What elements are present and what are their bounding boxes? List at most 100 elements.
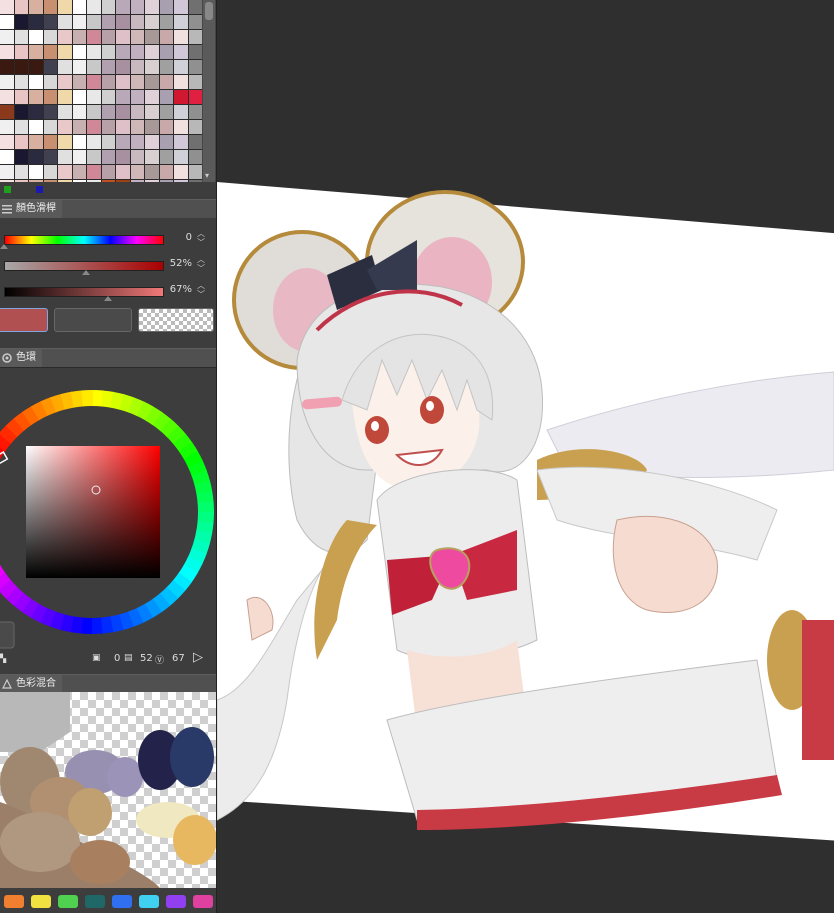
color-swatch[interactable] [130,15,144,29]
color-swatch[interactable] [188,90,202,104]
color-swatch[interactable] [29,135,43,149]
color-swatch[interactable] [101,75,115,89]
color-swatch[interactable] [174,120,188,134]
play-circle-icon[interactable]: ▷ [193,650,203,665]
color-swatch[interactable] [87,0,101,14]
color-swatch[interactable] [159,45,173,59]
color-swatch[interactable] [0,105,14,119]
color-swatch[interactable] [43,120,57,134]
color-swatch[interactable] [116,0,130,14]
color-swatch[interactable] [174,105,188,119]
wheel-sub-color-box[interactable] [0,621,15,649]
color-swatch[interactable] [0,30,14,44]
color-swatch[interactable] [130,60,144,74]
color-swatch[interactable] [101,105,115,119]
color-swatch[interactable] [58,90,72,104]
color-swatch[interactable] [145,105,159,119]
color-swatch[interactable] [101,90,115,104]
color-swatch[interactable] [101,15,115,29]
palette-color-chip[interactable] [112,895,132,908]
color-swatch[interactable] [58,60,72,74]
color-swatch[interactable] [58,105,72,119]
color-swatch[interactable] [145,90,159,104]
color-swatch[interactable] [101,30,115,44]
color-swatch[interactable] [130,105,144,119]
color-swatch[interactable] [130,0,144,14]
color-swatch[interactable] [101,150,115,164]
color-swatch[interactable] [159,150,173,164]
color-swatch[interactable] [116,60,130,74]
color-swatch[interactable] [174,0,188,14]
hue-value[interactable]: 0 [164,232,192,243]
color-swatch[interactable] [14,120,28,134]
color-swatch[interactable] [43,165,57,179]
color-swatch[interactable] [72,60,86,74]
color-swatch[interactable] [116,165,130,179]
tab-color-slider[interactable]: 顏色滑桿 [0,200,62,218]
scroll-down-arrow-icon[interactable]: ▾ [205,171,209,180]
color-swatch[interactable] [188,15,202,29]
color-swatch[interactable] [159,105,173,119]
palette-color-chip[interactable] [139,895,159,908]
color-swatch[interactable] [159,15,173,29]
color-swatch[interactable] [58,165,72,179]
color-swatch[interactable] [145,15,159,29]
color-wheel[interactable] [0,368,216,650]
color-swatch[interactable] [0,120,14,134]
color-swatch[interactable] [174,75,188,89]
color-swatch[interactable] [188,150,202,164]
color-swatch[interactable] [14,165,28,179]
color-swatch[interactable] [130,30,144,44]
color-swatch[interactable] [43,30,57,44]
color-swatch[interactable] [87,30,101,44]
color-swatch[interactable] [87,105,101,119]
color-swatch[interactable] [14,30,28,44]
hue-picker-marker[interactable] [0,451,9,465]
color-swatch-grid[interactable] [0,0,202,194]
color-swatch[interactable] [116,15,130,29]
color-swatch[interactable] [159,75,173,89]
color-swatch[interactable] [87,165,101,179]
value-track[interactable] [4,287,164,297]
color-swatch[interactable] [116,90,130,104]
color-swatch[interactable] [145,60,159,74]
color-swatch[interactable] [72,165,86,179]
color-swatch[interactable] [14,150,28,164]
color-swatch[interactable] [101,60,115,74]
hue-slider[interactable]: 0 ︿ ﹀ [0,228,216,250]
palette-color-chip[interactable] [4,895,24,908]
value-thumb[interactable] [104,296,112,301]
color-swatch[interactable] [101,0,115,14]
color-swatch[interactable] [43,105,57,119]
color-swatch[interactable] [29,90,43,104]
color-swatch[interactable] [58,150,72,164]
color-swatch[interactable] [87,15,101,29]
color-swatch[interactable] [116,30,130,44]
color-swatch[interactable] [72,30,86,44]
color-swatch[interactable] [145,75,159,89]
color-swatch[interactable] [29,75,43,89]
color-swatch[interactable] [58,30,72,44]
color-swatch[interactable] [87,60,101,74]
color-swatch[interactable] [188,45,202,59]
color-swatch[interactable] [58,15,72,29]
color-swatch[interactable] [174,15,188,29]
color-swatch[interactable] [145,0,159,14]
saturation-thumb[interactable] [82,270,90,275]
color-swatch[interactable] [72,150,86,164]
color-swatch[interactable] [72,15,86,29]
saturation-spinner-icon[interactable]: ︿ ﹀ [197,255,205,273]
color-swatch[interactable] [0,15,14,29]
color-swatch[interactable] [188,75,202,89]
hue-spinner-icon[interactable]: ︿ ﹀ [197,229,205,247]
color-swatch[interactable] [14,0,28,14]
color-swatch[interactable] [29,45,43,59]
color-swatch[interactable] [145,120,159,134]
checker-icon[interactable]: ▚ [0,654,6,663]
palette-color-chip[interactable] [85,895,105,908]
color-swatch[interactable] [116,45,130,59]
color-swatch[interactable] [72,90,86,104]
color-swatch[interactable] [87,150,101,164]
color-swatch[interactable] [14,90,28,104]
color-swatch[interactable] [130,75,144,89]
